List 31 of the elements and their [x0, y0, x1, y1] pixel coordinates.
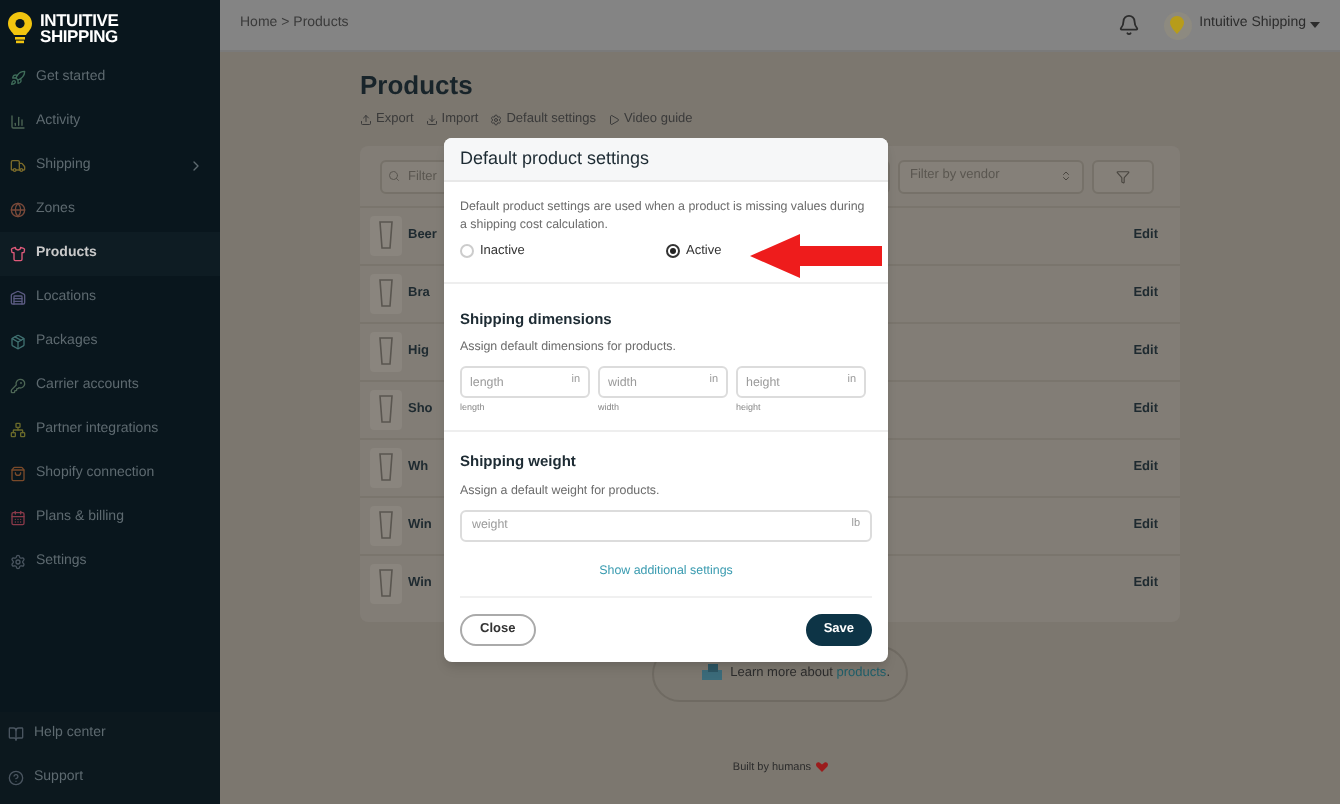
bar-chart-icon: [10, 114, 26, 130]
heart-icon: [815, 762, 828, 773]
calendar-icon: [10, 510, 26, 526]
rocket-icon: [10, 70, 26, 86]
page-title: Products: [360, 72, 475, 100]
settings-icon: [10, 554, 26, 570]
download-icon: [425, 113, 438, 126]
brand-logo-text: INTUITIVE SHIPPING: [40, 11, 119, 43]
warehouse-icon: [10, 290, 26, 306]
bag-icon: [10, 466, 26, 482]
dialog-title: Default product settings: [460, 145, 650, 172]
key-icon: [10, 378, 26, 394]
chevron-right-icon: [188, 158, 204, 174]
pin-icon: [1170, 16, 1185, 34]
play-icon: [608, 113, 621, 126]
boxes-icon: [700, 664, 725, 683]
network-icon: [10, 422, 26, 438]
package-icon: [10, 334, 26, 350]
bell-icon[interactable]: [1117, 14, 1140, 36]
annotation-arrow: [750, 234, 882, 278]
lightbulb-pin-icon: [8, 11, 32, 43]
book-icon: [8, 726, 24, 742]
settings-icon: [490, 113, 503, 126]
filter-icon: [1116, 169, 1130, 184]
caret-icon: [1310, 22, 1320, 28]
shirt-icon: [10, 246, 26, 262]
search-icon: [388, 170, 400, 183]
upload-icon: [360, 113, 372, 126]
truck-icon: [10, 158, 26, 174]
globe-icon: [10, 202, 26, 218]
help-icon: [8, 770, 24, 786]
